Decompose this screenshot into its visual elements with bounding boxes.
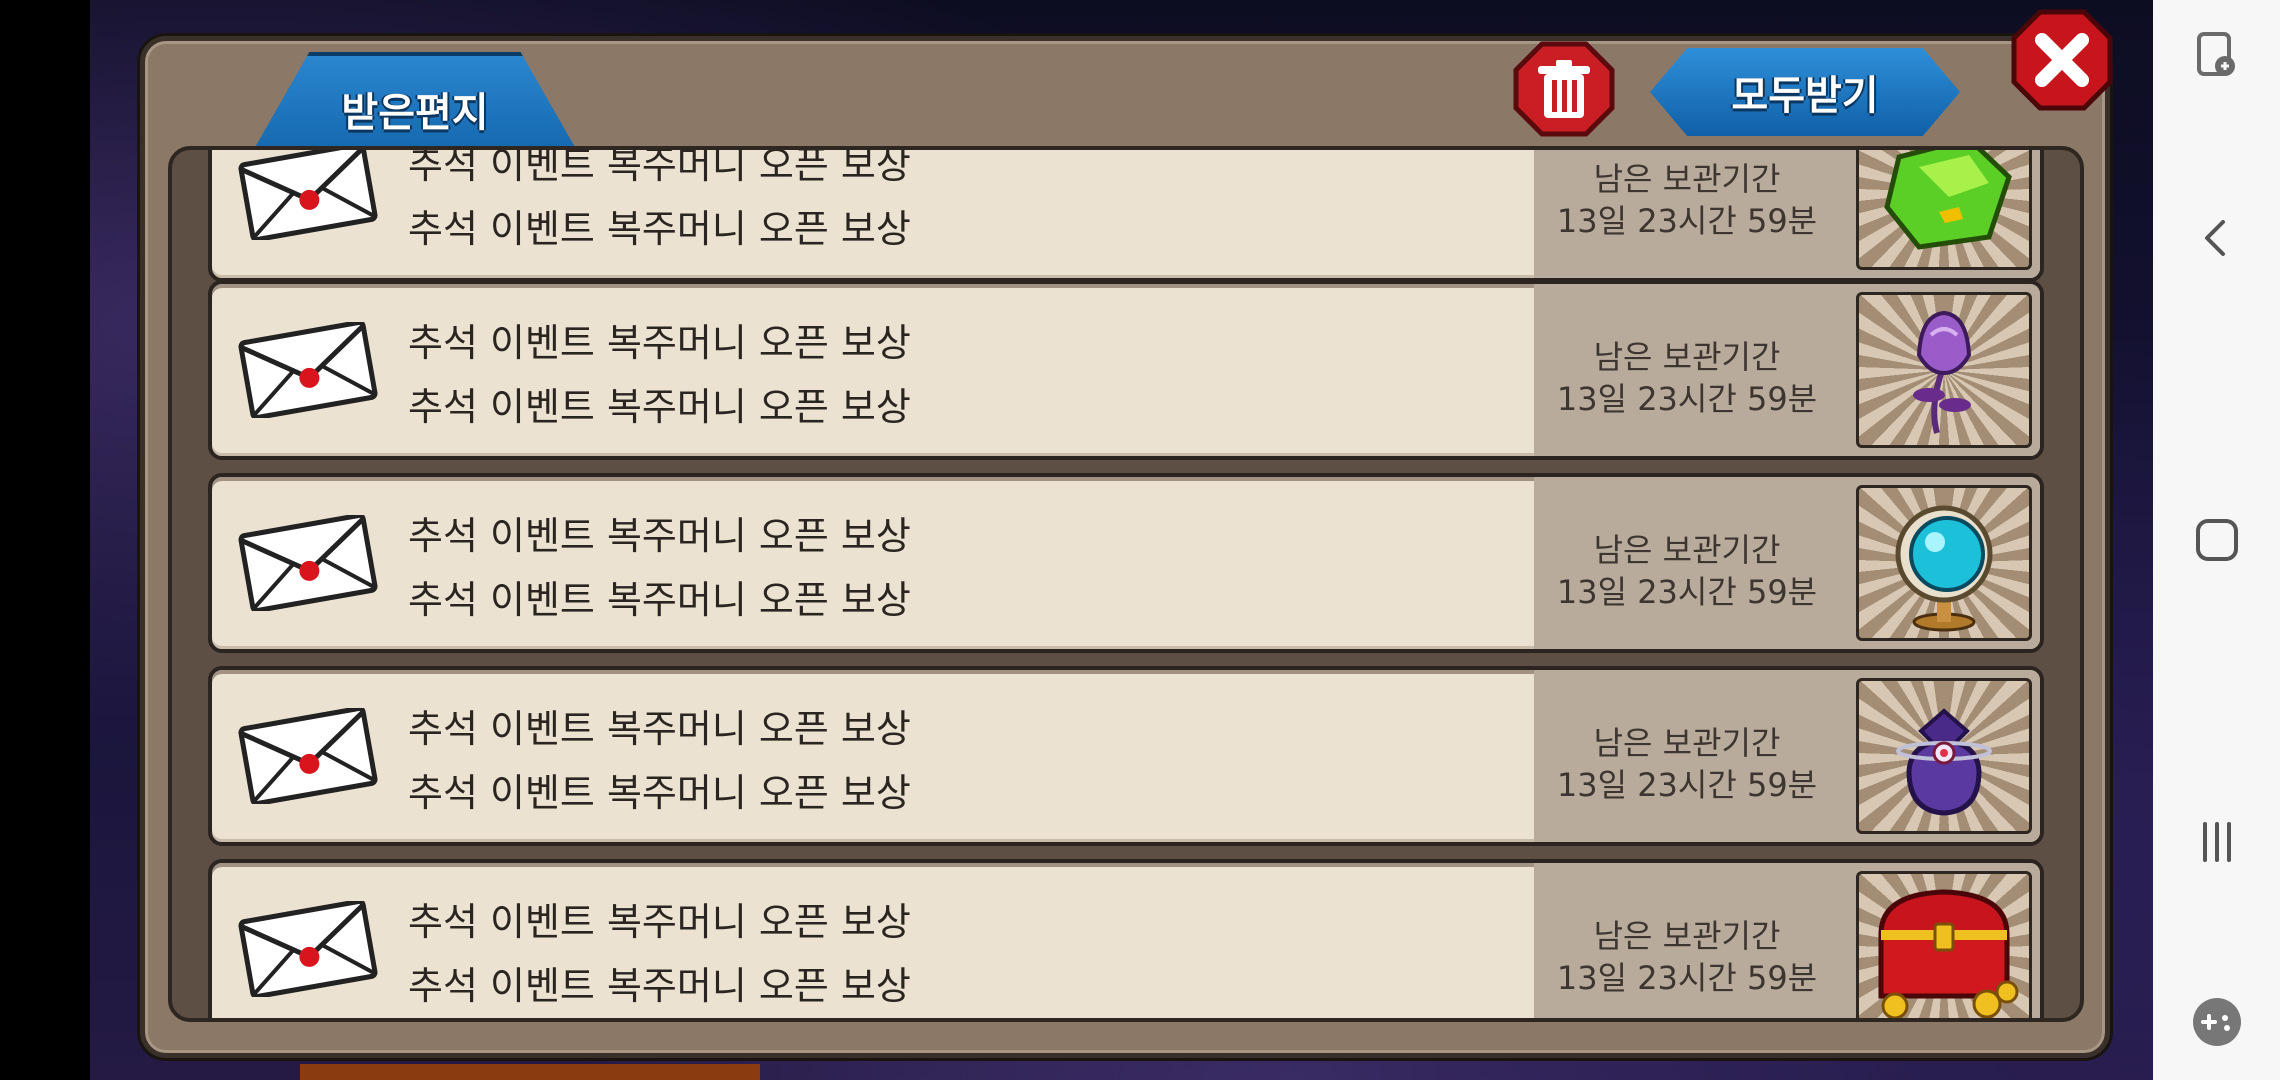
mail-row[interactable]: 추석 이벤트 복주머니 오픈 보상 추석 이벤트 복주머니 오픈 보상 남은 보…	[208, 859, 2044, 1018]
envelope-icon	[238, 708, 378, 804]
left-letterbox	[0, 0, 90, 1080]
expiry-label: 남은 보관기간	[1593, 531, 1781, 569]
expiry-label: 남은 보관기간	[1593, 338, 1781, 376]
envelope-icon	[238, 322, 378, 418]
mail-row[interactable]: 추석 이벤트 복주머니 오픈 보상 추석 이벤트 복주머니 오픈 보상 남은 보…	[208, 666, 2044, 846]
purple-pouch-icon	[1896, 708, 1992, 816]
game-exp-bar	[300, 1064, 760, 1080]
receive-all-label: 모두받기	[1731, 73, 1879, 119]
home-icon[interactable]	[2191, 514, 2243, 566]
envelope-icon	[238, 515, 378, 611]
mail-body: 추석 이벤트 복주머니 오픈 보상	[408, 385, 911, 429]
purple-flower-icon	[1913, 310, 1972, 434]
reward-item-slot[interactable]	[1856, 292, 2032, 448]
expiry-value: 13일 23시간 59분	[1556, 573, 1818, 611]
mail-list[interactable]: 추석 이벤트 복주머니 오픈 보상 추석 이벤트 복주머니 오픈 보상 남은 보…	[168, 146, 2084, 1022]
expiry-panel: 남은 보관기간 13일 23시간 59분	[1534, 150, 2040, 278]
mail-body: 추석 이벤트 복주머니 오픈 보상	[408, 578, 911, 622]
envelope-icon	[238, 150, 378, 240]
game-tools-icon[interactable]	[2191, 30, 2243, 82]
expiry-label: 남은 보관기간	[1593, 917, 1781, 955]
mail-body: 추석 이벤트 복주머니 오픈 보상	[408, 771, 911, 815]
treasure-chest-icon	[1878, 889, 2019, 1018]
game-launcher-icon[interactable]	[2191, 996, 2243, 1048]
mail-body: 추석 이벤트 복주머니 오픈 보상	[408, 964, 911, 1008]
expiry-label: 남은 보관기간	[1593, 724, 1781, 762]
delete-button[interactable]	[1512, 40, 1616, 138]
expiry-panel: 남은 보관기간 13일 23시간 59분	[1534, 863, 2040, 1018]
mail-title: 추석 이벤트 복주머니 오픈 보상	[408, 707, 911, 751]
expiry-value: 13일 23시간 59분	[1556, 202, 1818, 240]
mail-row[interactable]: 추석 이벤트 복주머니 오픈 보상 추석 이벤트 복주머니 오픈 보상 남은 보…	[208, 473, 2044, 653]
mail-title: 추석 이벤트 복주머니 오픈 보상	[408, 900, 911, 944]
tab-received-mail-label: 받은편지	[341, 90, 489, 136]
expiry-value: 13일 23시간 59분	[1556, 380, 1818, 418]
crystal-orb-icon	[1895, 505, 1993, 632]
reward-item-slot[interactable]	[1856, 150, 2032, 270]
green-gem-icon	[1884, 150, 2012, 250]
mail-row[interactable]: 추석 이벤트 복주머니 오픈 보상 추석 이벤트 복주머니 오픈 보상 남은 보…	[208, 280, 2044, 460]
reward-item-slot[interactable]	[1856, 678, 2032, 834]
receive-all-button[interactable]: 모두받기	[1650, 48, 1960, 136]
mail-row[interactable]: 추석 이벤트 복주머니 오픈 보상 추석 이벤트 복주머니 오픈 보상 남은 보…	[208, 146, 2044, 282]
mail-title: 추석 이벤트 복주머니 오픈 보상	[408, 146, 911, 187]
reward-item-slot[interactable]	[1856, 871, 2032, 1018]
expiry-panel: 남은 보관기간 13일 23시간 59분	[1534, 284, 2040, 456]
expiry-value: 13일 23시간 59분	[1556, 766, 1818, 804]
expiry-panel: 남은 보관기간 13일 23시간 59분	[1534, 477, 2040, 649]
expiry-label: 남은 보관기간	[1593, 160, 1781, 198]
expiry-value: 13일 23시간 59분	[1556, 959, 1818, 997]
recents-icon[interactable]	[2191, 816, 2243, 868]
envelope-icon	[238, 901, 378, 997]
mail-title: 추석 이벤트 복주머니 오픈 보상	[408, 321, 911, 365]
mail-body: 추석 이벤트 복주머니 오픈 보상	[408, 207, 911, 251]
back-icon[interactable]	[2191, 212, 2243, 264]
close-button[interactable]	[2010, 8, 2114, 112]
close-icon	[2011, 9, 2113, 111]
trash-icon	[1513, 41, 1615, 137]
reward-item-slot[interactable]	[1856, 485, 2032, 641]
android-nav-bar	[2153, 0, 2280, 1080]
mail-title: 추석 이벤트 복주머니 오픈 보상	[408, 514, 911, 558]
expiry-panel: 남은 보관기간 13일 23시간 59분	[1534, 670, 2040, 842]
